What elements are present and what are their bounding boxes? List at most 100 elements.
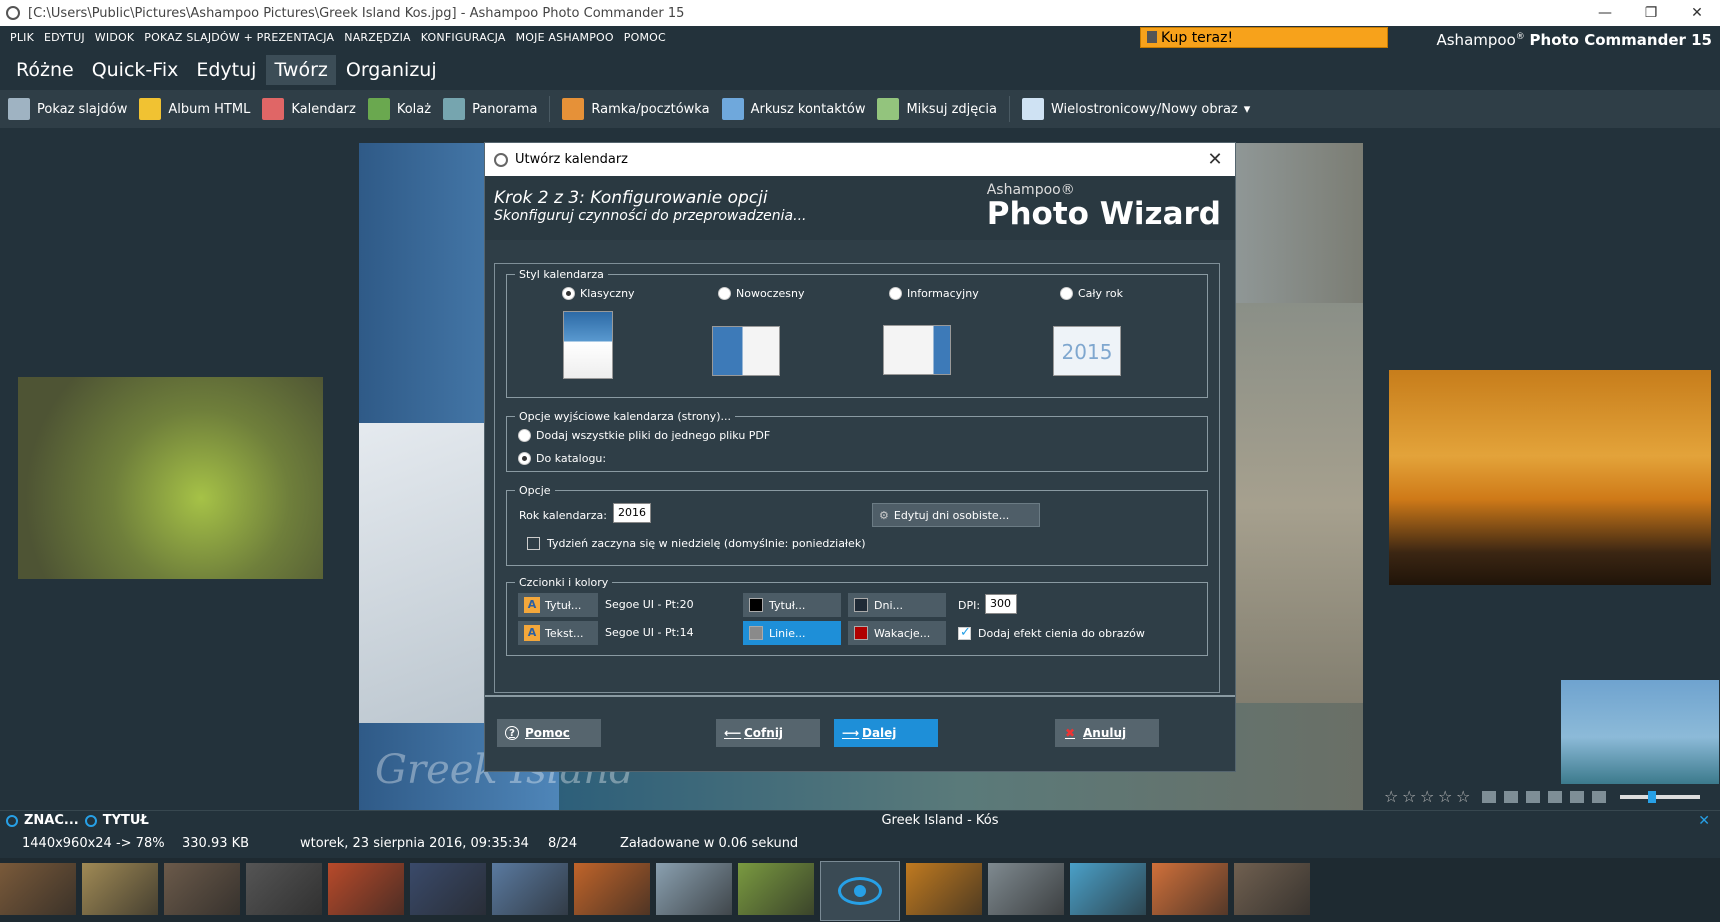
- star-icon[interactable]: ☆: [1456, 789, 1472, 805]
- info-calendar-preview[interactable]: [883, 325, 951, 375]
- tab-rozne[interactable]: Różne: [8, 55, 82, 85]
- menu-edytuj[interactable]: EDYTUJ: [44, 31, 85, 44]
- navigator-thumbnail[interactable]: [1561, 680, 1719, 784]
- frame-button[interactable]: Ramka/pocztówka: [549, 96, 710, 122]
- zoom-slider-knob[interactable]: [1648, 791, 1656, 803]
- filmstrip-thumbnail[interactable]: [1152, 863, 1228, 915]
- style-classic-radio[interactable]: Klasyczny: [562, 287, 635, 300]
- contact-sheet-button[interactable]: Arkusz kontaktów: [721, 98, 865, 120]
- info-bar: ZNAC... TYTUŁ Greek Island - Kós ✕: [0, 810, 1720, 830]
- filmstrip-thumbnail[interactable]: [988, 863, 1064, 915]
- title-label[interactable]: TYTUŁ: [103, 813, 149, 828]
- filmstrip-thumbnail[interactable]: [1234, 863, 1310, 915]
- days-color-button[interactable]: Dni...: [848, 593, 946, 617]
- contact-sheet-icon: [721, 98, 744, 120]
- filmstrip-thumbnail[interactable]: [0, 863, 76, 915]
- filmstrip-thumbnail[interactable]: [574, 863, 650, 915]
- cancel-button[interactable]: ✖ Anuluj: [1055, 719, 1159, 747]
- menu-konfiguracja[interactable]: KONFIGURACJA: [421, 31, 506, 44]
- dpi-input[interactable]: 300: [985, 594, 1017, 614]
- star-icon[interactable]: ☆: [1384, 789, 1400, 805]
- filmstrip-thumbnail[interactable]: [410, 863, 486, 915]
- tag-radio[interactable]: [6, 814, 18, 827]
- help-button[interactable]: ? Pomoc: [497, 719, 601, 747]
- html-album-button[interactable]: Album HTML: [139, 98, 250, 120]
- calendar-button[interactable]: Kalendarz: [262, 98, 356, 120]
- year-input[interactable]: 2016: [613, 503, 651, 523]
- menu-pokaz[interactable]: POKAZ SLAJDÓW + PREZENTACJA: [144, 31, 334, 44]
- view-icon[interactable]: [1570, 791, 1584, 803]
- buy-now-button[interactable]: Kup teraz!: [1140, 27, 1388, 48]
- shadow-checkbox[interactable]: Dodaj efekt cienia do obrazów: [958, 625, 1145, 640]
- view-icon[interactable]: [1526, 791, 1540, 803]
- next-image-thumbnail[interactable]: [1389, 370, 1711, 585]
- title-color-button[interactable]: Tytuł...: [743, 593, 841, 617]
- minimize-button[interactable]: —: [1582, 5, 1628, 21]
- tab-tworz[interactable]: Twórz: [266, 55, 336, 85]
- file-date: wtorek, 23 sierpnia 2016, 09:35:34: [300, 835, 529, 851]
- output-dir-radio[interactable]: Do katalogu:: [518, 452, 606, 465]
- edit-personal-days-button[interactable]: ⚙ Edytuj dni osobiste...: [872, 503, 1040, 527]
- multipage-icon: [1021, 98, 1044, 120]
- star-icon[interactable]: ☆: [1420, 789, 1436, 805]
- classic-calendar-preview[interactable]: [563, 311, 613, 379]
- menu-plik[interactable]: PLIK: [10, 31, 34, 44]
- tab-quick-fix[interactable]: Quick-Fix: [84, 55, 187, 85]
- panorama-button[interactable]: Panorama: [443, 98, 537, 120]
- modern-calendar-preview[interactable]: [712, 326, 780, 376]
- filmstrip: [0, 858, 1720, 922]
- slideshow-button[interactable]: Pokaz slajdów: [8, 98, 127, 120]
- chevron-down-icon[interactable]: ▾: [1244, 102, 1251, 117]
- menu-widok[interactable]: WIDOK: [95, 31, 134, 44]
- back-button[interactable]: ⟵ Cofnij: [716, 719, 820, 747]
- holidays-color-button[interactable]: Wakacje...: [848, 621, 946, 645]
- filmstrip-thumbnail[interactable]: [328, 863, 404, 915]
- filmstrip-thumbnail[interactable]: [656, 863, 732, 915]
- filmstrip-thumbnail[interactable]: [1070, 863, 1146, 915]
- filmstrip-thumbnail[interactable]: [820, 861, 900, 921]
- view-icon[interactable]: [1504, 791, 1518, 803]
- mix-photos-button[interactable]: Miksuj zdjęcia: [877, 98, 997, 120]
- close-info-icon[interactable]: ✕: [1698, 813, 1710, 829]
- multipage-button[interactable]: Wielostronicowy/Nowy obraz ▾: [1008, 96, 1251, 122]
- style-modern-radio[interactable]: Nowoczesny: [718, 287, 805, 300]
- style-info-radio[interactable]: Informacyjny: [889, 287, 979, 300]
- menu-pomoc[interactable]: POMOC: [624, 31, 666, 44]
- tab-edytuj[interactable]: Edytuj: [188, 55, 264, 85]
- week-sunday-checkbox[interactable]: Tydzień zaczyna się w niedzielę (domyśln…: [527, 537, 866, 550]
- options-group: Opcje Rok kalendarza: 2016 ⚙ Edytuj dni o…: [506, 484, 1208, 566]
- star-icon[interactable]: ☆: [1438, 789, 1454, 805]
- cancel-label: Anuluj: [1083, 726, 1127, 740]
- filmstrip-thumbnail[interactable]: [738, 863, 814, 915]
- next-button[interactable]: ⟶ Dalej: [834, 719, 938, 747]
- title-radio[interactable]: [84, 814, 97, 827]
- tab-organizuj[interactable]: Organizuj: [338, 55, 445, 85]
- output-options-group: Opcje wyjściowe kalendarza (strony)... D…: [506, 410, 1208, 472]
- step-subtitle: Skonfiguruj czynności do przeprowadzenia…: [494, 208, 807, 224]
- fullyear-calendar-preview[interactable]: 2015: [1053, 326, 1121, 376]
- filmstrip-thumbnail[interactable]: [164, 863, 240, 915]
- star-icon[interactable]: ☆: [1402, 789, 1418, 805]
- zoom-slider[interactable]: [1620, 791, 1700, 803]
- lines-color-label: Linie...: [769, 626, 806, 640]
- collage-button[interactable]: Kolaż: [367, 98, 431, 120]
- lines-color-button[interactable]: Linie...: [743, 621, 841, 645]
- prev-image-thumbnail[interactable]: [18, 377, 323, 579]
- view-icon[interactable]: [1592, 791, 1606, 803]
- filmstrip-thumbnail[interactable]: [82, 863, 158, 915]
- view-icon[interactable]: [1548, 791, 1562, 803]
- filmstrip-thumbnail[interactable]: [246, 863, 322, 915]
- dialog-close-button[interactable]: ✕: [1195, 149, 1235, 170]
- restore-button[interactable]: ❐: [1628, 5, 1674, 21]
- close-button[interactable]: ✕: [1674, 5, 1720, 21]
- text-font-button[interactable]: A Tekst...: [518, 621, 598, 645]
- view-icon[interactable]: [1482, 791, 1496, 803]
- output-pdf-radio[interactable]: Dodaj wszystkie pliki do jednego pliku P…: [518, 429, 770, 442]
- menu-moje-ashampoo[interactable]: MOJE ASHAMPOO: [516, 31, 614, 44]
- filmstrip-thumbnail[interactable]: [492, 863, 568, 915]
- style-fullyear-radio[interactable]: Cały rok: [1060, 287, 1123, 300]
- menu-narzedzia[interactable]: NARZĘDZIA: [344, 31, 410, 44]
- tag-label[interactable]: ZNAC...: [24, 813, 79, 828]
- title-font-button[interactable]: A Tytuł...: [518, 593, 598, 617]
- filmstrip-thumbnail[interactable]: [906, 863, 982, 915]
